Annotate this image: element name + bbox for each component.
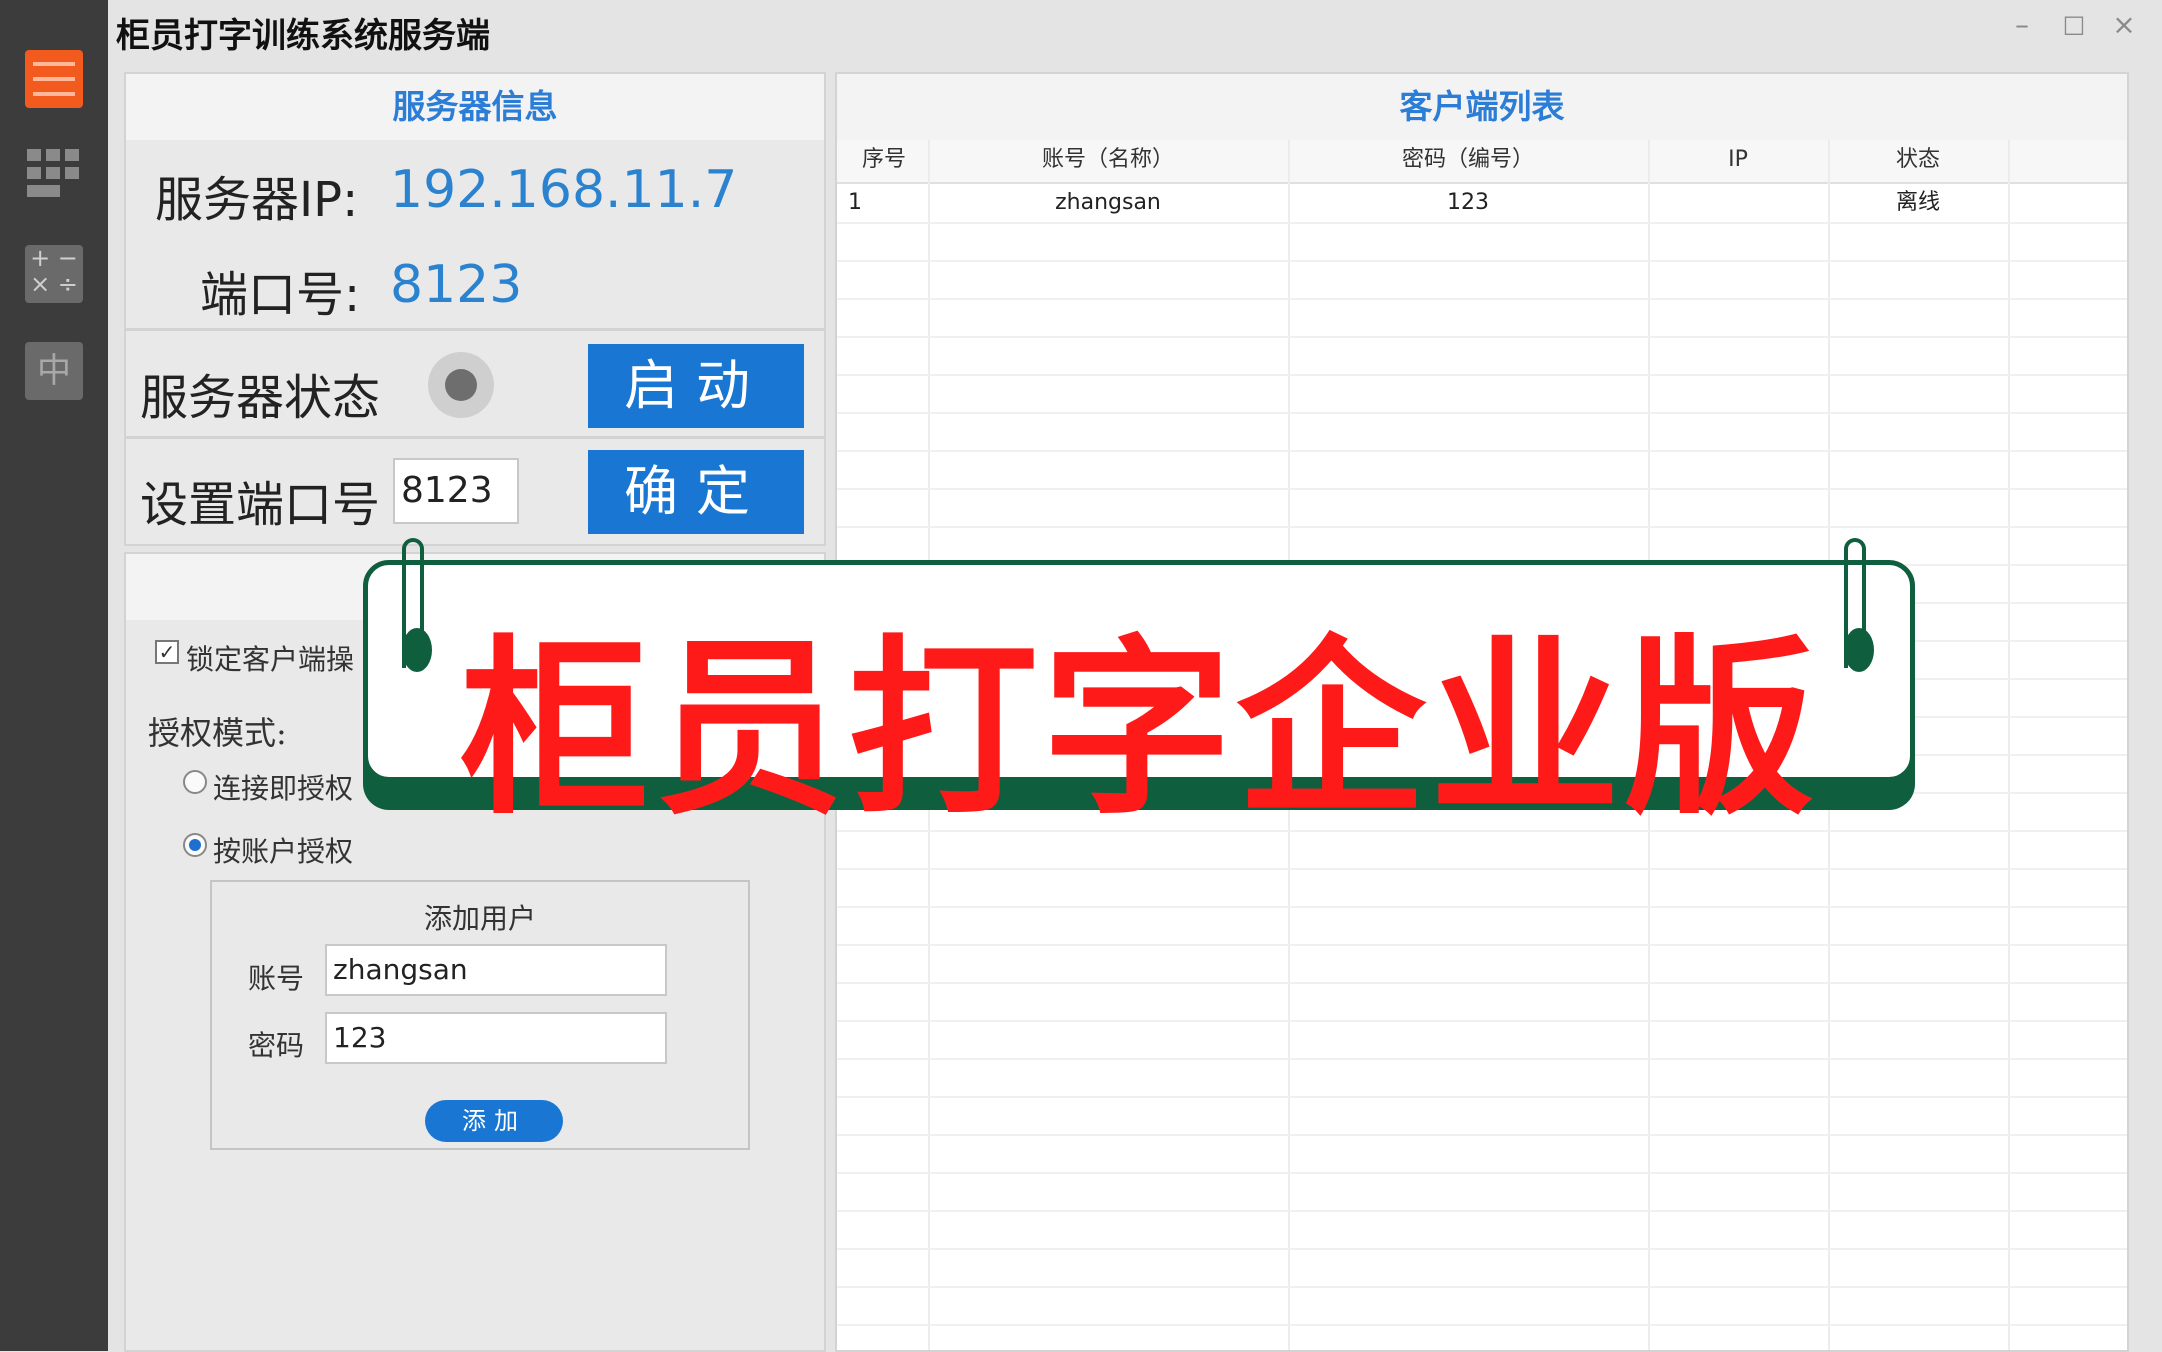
client-list-header: 客户端列表	[837, 74, 2127, 140]
list-icon[interactable]	[25, 50, 83, 108]
grid-row-line	[837, 1172, 2127, 1174]
add-button[interactable]: 添加	[425, 1100, 563, 1142]
grid-row-line	[837, 1134, 2127, 1136]
grid-row-line	[837, 412, 2127, 414]
grid-row-line	[837, 1286, 2127, 1288]
password-input[interactable]: 123	[325, 1012, 667, 1064]
account-label: 账号	[248, 962, 305, 995]
grid-row-line	[837, 906, 2127, 908]
grid-row-line	[837, 1058, 2127, 1060]
server-ip-value: 192.168.11.7	[390, 160, 738, 220]
lock-client-label: 锁定客户端操	[186, 643, 355, 676]
minimize-button[interactable]: –	[2002, 8, 2042, 41]
server-ip-label: 服务器IP:	[155, 172, 359, 228]
grid-row-line	[837, 336, 2127, 338]
maximize-button[interactable]: □	[2054, 10, 2094, 38]
grid-row-line	[837, 1248, 2127, 1250]
column-header[interactable]: 账号（名称）	[928, 140, 1288, 180]
table-cell-password[interactable]: 123	[1288, 183, 1648, 223]
account-input[interactable]: zhangsan	[325, 944, 667, 996]
calculator-icon[interactable]: + − × ÷	[25, 245, 83, 303]
radio-connect-label: 连接即授权	[213, 772, 354, 805]
add-user-title: 添加用户	[423, 902, 536, 935]
set-port-input[interactable]: 8123	[393, 458, 519, 524]
password-label: 密码	[248, 1029, 305, 1062]
grid-row-line	[837, 526, 2127, 528]
start-button[interactable]: 启动	[588, 344, 804, 428]
radio-account[interactable]	[183, 833, 207, 857]
grid-row-line	[837, 982, 2127, 984]
grid-row-line	[837, 944, 2127, 946]
table-cell-status[interactable]: 离线	[1828, 183, 2008, 223]
server-status-label: 服务器状态	[140, 370, 381, 426]
table-cell-seq[interactable]: 1	[848, 183, 862, 223]
port-label: 端口号:	[200, 267, 361, 323]
close-button[interactable]: ×	[2104, 8, 2144, 41]
app-sidebar: + − × ÷ 中	[0, 0, 108, 1351]
grid-row-line	[837, 298, 2127, 300]
column-header[interactable]: 状态	[1828, 140, 2008, 180]
lock-client-checkbox[interactable]: ✓	[155, 640, 179, 664]
table-cell-account[interactable]: zhangsan	[928, 183, 1288, 223]
grid-row-line	[837, 1096, 2127, 1098]
status-indicator	[428, 352, 494, 418]
divider	[126, 436, 824, 439]
grid-row-line	[837, 450, 2127, 452]
grid-icon[interactable]	[25, 145, 83, 203]
grid-row-line	[837, 374, 2127, 376]
grid-row-line	[837, 260, 2127, 262]
divider	[126, 328, 824, 331]
grid-row-line	[837, 868, 2127, 870]
banner-text: 柜员打字企业版	[459, 624, 1818, 836]
port-value: 8123	[390, 255, 523, 315]
grid-row-line	[837, 1020, 2127, 1022]
chinese-input-icon[interactable]: 中	[25, 342, 83, 400]
set-port-label: 设置端口号	[140, 477, 381, 533]
grid-row-line	[837, 1324, 2127, 1326]
app-title: 柜员打字训练系统服务端	[116, 16, 490, 56]
auth-mode-label: 授权模式:	[148, 714, 287, 752]
column-header[interactable]: IP	[1648, 140, 1828, 180]
column-header[interactable]: 密码（编号）	[1288, 140, 1648, 180]
confirm-button[interactable]: 确定	[588, 450, 804, 534]
grid-column-line	[2008, 140, 2010, 1350]
server-info-header: 服务器信息	[126, 74, 824, 140]
column-header[interactable]: 序号	[840, 140, 928, 180]
radio-account-label: 按账户授权	[213, 835, 354, 868]
grid-row-line	[837, 1210, 2127, 1212]
radio-connect[interactable]	[183, 770, 207, 794]
grid-row-line	[837, 488, 2127, 490]
